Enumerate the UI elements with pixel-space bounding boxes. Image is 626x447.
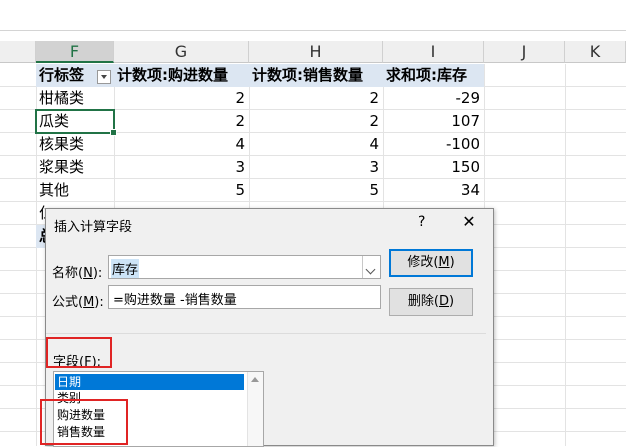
scroll-up-icon[interactable]: [251, 377, 259, 382]
fields-label-highlight: [46, 337, 112, 368]
pivot-cell[interactable]: 150: [383, 156, 484, 179]
column-header-g[interactable]: G: [114, 41, 249, 63]
column-header-k[interactable]: K: [565, 41, 626, 63]
pivot-cell[interactable]: 3: [114, 156, 249, 179]
formula-label: 公式(M):: [52, 295, 104, 310]
pivot-cell[interactable]: 4: [249, 133, 383, 156]
formula-value: =购进数量 -销售数量: [113, 293, 237, 308]
pivot-header-count-sales[interactable]: 计数项:销售数量: [249, 64, 383, 87]
pivot-row-label[interactable]: 核果类: [36, 133, 114, 156]
pivot-cell[interactable]: -29: [383, 87, 484, 110]
pivot-header-sum-stock[interactable]: 求和项:库存: [383, 64, 484, 87]
modify-button[interactable]: 修改(M): [389, 249, 473, 277]
field-list-item[interactable]: 日期: [55, 374, 244, 390]
pivot-cell[interactable]: 3: [249, 156, 383, 179]
pivot-cell[interactable]: 2: [249, 110, 383, 133]
column-header-f[interactable]: F: [36, 41, 114, 63]
pivot-cell[interactable]: 34: [383, 179, 484, 202]
pivot-header-label: 行标签: [39, 66, 85, 84]
pivot-cell[interactable]: -100: [383, 133, 484, 156]
pivot-header-count-purchase[interactable]: 计数项:购进数量: [114, 64, 249, 87]
pivot-row-label[interactable]: 浆果类: [36, 156, 114, 179]
name-label: 名称(N):: [52, 266, 103, 281]
list-scrollbar[interactable]: [247, 372, 263, 446]
name-value: 库存: [111, 259, 140, 278]
column-header-i[interactable]: I: [383, 41, 484, 63]
chevron-down-icon[interactable]: [362, 256, 380, 278]
name-combobox[interactable]: 库存: [108, 255, 381, 279]
pivot-cell[interactable]: 2: [114, 110, 249, 133]
column-header-left-edge[interactable]: [0, 41, 36, 63]
pivot-cell[interactable]: 5: [249, 179, 383, 202]
pivot-cell[interactable]: 5: [114, 179, 249, 202]
close-icon[interactable]: ✕: [460, 212, 478, 231]
pivot-row-label[interactable]: 其他: [36, 179, 114, 202]
ribbon-area: [0, 0, 626, 31]
gridline: [565, 64, 566, 446]
column-header-h[interactable]: H: [249, 41, 383, 63]
pivot-cell[interactable]: 107: [383, 110, 484, 133]
column-header-j[interactable]: J: [484, 41, 565, 63]
dialog-title: 插入计算字段: [54, 220, 133, 235]
pivot-total-label-partial[interactable]: 总: [36, 225, 45, 248]
fields-list-highlight: [40, 399, 128, 445]
formula-bar-gap: [0, 31, 626, 41]
delete-button[interactable]: 删除(D): [389, 288, 473, 316]
pivot-cell[interactable]: 2: [249, 87, 383, 110]
pivot-cell[interactable]: 2: [114, 87, 249, 110]
pivot-row-label[interactable]: 柑橘类: [36, 87, 114, 110]
active-cell-selection[interactable]: [35, 109, 117, 136]
filter-dropdown-icon[interactable]: [97, 70, 111, 84]
pivot-cell[interactable]: 4: [114, 133, 249, 156]
insert-calculated-field-dialog: 插入计算字段 ? ✕ 名称(N): 库存 公式(M): =购进数量 -销售数量 …: [40, 208, 494, 447]
formula-field[interactable]: =购进数量 -销售数量: [108, 285, 381, 309]
dialog-separator: [46, 333, 486, 334]
pivot-row-label-partial[interactable]: 仁: [36, 202, 45, 225]
help-button[interactable]: ?: [418, 214, 425, 230]
